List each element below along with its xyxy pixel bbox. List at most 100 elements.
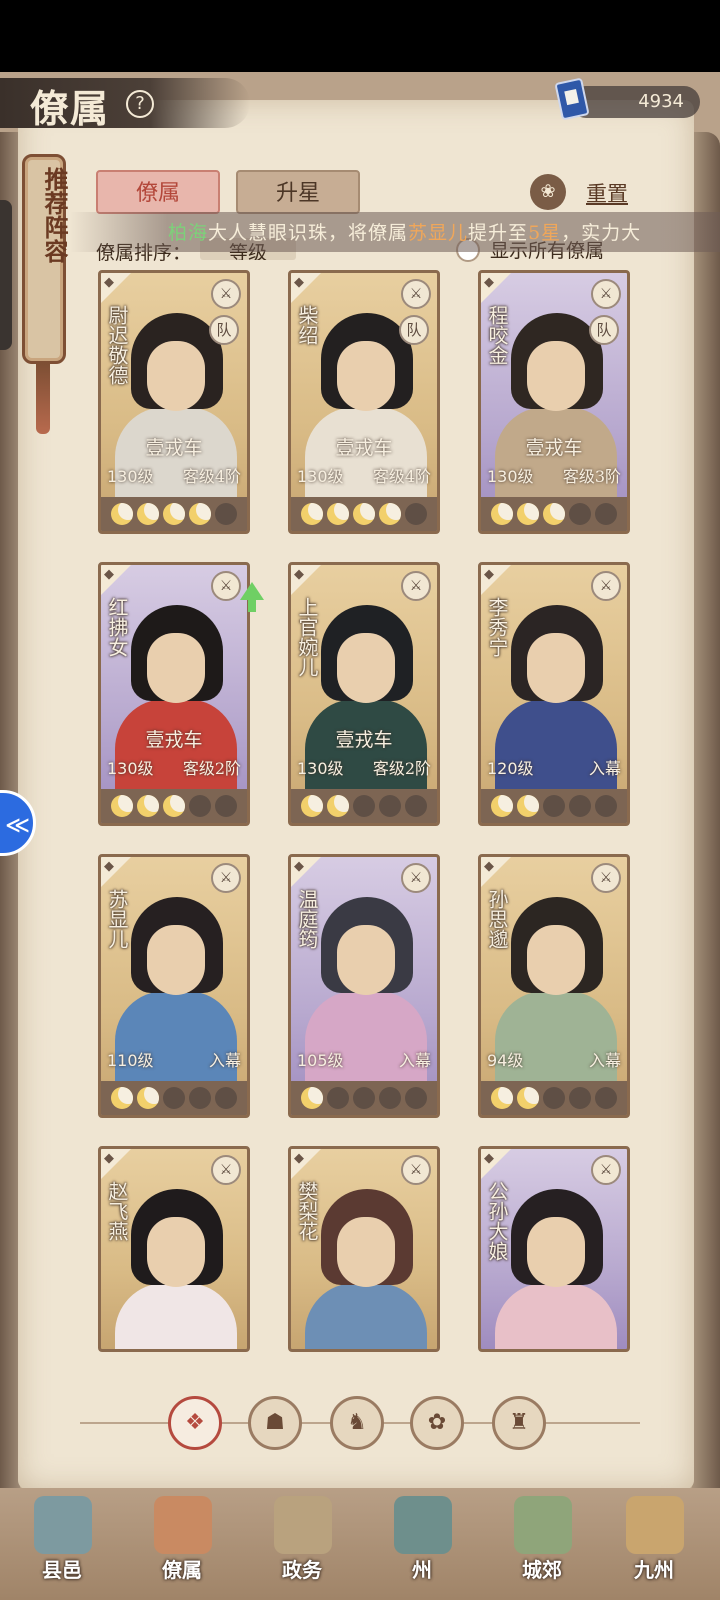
retainer-card[interactable]: ◆ ⚔ 孙思邈 94级 入幕 <box>478 854 630 1118</box>
card-type-icon: ◆ <box>104 859 114 874</box>
retainer-level: 130级 <box>297 467 344 486</box>
portrait-body <box>495 1283 617 1349</box>
moon-star-empty-icon <box>405 795 427 817</box>
class-emblem-icon: ⚔ <box>401 863 431 893</box>
retainer-card[interactable]: ◆ ⚔ 樊梨花 <box>288 1146 440 1352</box>
card-type-icon: ◆ <box>484 859 494 874</box>
help-icon[interactable]: ? <box>126 90 154 118</box>
moon-star-empty-icon <box>569 503 591 525</box>
retainer-level: 130级 <box>487 467 534 486</box>
filter-5-icon[interactable]: ♜ <box>492 1396 546 1450</box>
card-type-corner: ◆ <box>291 857 321 887</box>
nav-label: 僚属 <box>162 1558 202 1582</box>
moon-star-filled-icon <box>517 795 539 817</box>
class-emblem-icon: ⚔ <box>211 1155 241 1185</box>
portrait-face <box>527 1217 585 1287</box>
portrait-face <box>147 1217 205 1287</box>
class-emblem-icon: ⚔ <box>401 279 431 309</box>
nav-item-4[interactable]: 城郊 <box>494 1488 590 1600</box>
tab-star-up[interactable]: 升星 <box>236 170 360 214</box>
class-emblem-icon: ⚔ <box>591 279 621 309</box>
moon-star-empty-icon <box>353 795 375 817</box>
filter-2-icon[interactable]: ☗ <box>248 1396 302 1450</box>
nav-building-icon <box>626 1496 684 1554</box>
announcement-part-1: 大人慧眼识珠，将僚属 <box>208 222 409 244</box>
moon-star-empty-icon <box>353 1087 375 1109</box>
retainer-card[interactable]: ◆ ⚔ 公孙大娘 <box>478 1146 630 1352</box>
moon-star-empty-icon <box>595 503 617 525</box>
card-type-icon: ◆ <box>294 275 304 290</box>
card-type-icon: ◆ <box>484 567 494 582</box>
nav-item-3[interactable]: 州 <box>374 1488 470 1600</box>
moon-star-filled-icon <box>301 1087 323 1109</box>
retainer-equipment: 壹戎车 <box>335 437 393 459</box>
portrait-face <box>337 341 395 411</box>
currency-value: 4934 <box>638 91 684 112</box>
moon-star-filled-icon <box>137 795 159 817</box>
portrait-face <box>527 925 585 995</box>
all-filter-icon[interactable]: ❖ <box>168 1396 222 1450</box>
card-type-corner: ◆ <box>481 565 511 595</box>
retainer-card[interactable]: ◆ ⚔ 红拂女 壹戎车 130级 客级2阶 <box>98 562 250 826</box>
moon-star-empty-icon <box>405 503 427 525</box>
upgrade-arrow-icon <box>240 582 264 612</box>
nav-label: 州 <box>412 1558 432 1582</box>
star-rating <box>101 789 247 823</box>
moon-star-filled-icon <box>491 503 513 525</box>
moon-star-empty-icon <box>189 1087 211 1109</box>
card-type-icon: ◆ <box>294 567 304 582</box>
nav-building-icon <box>274 1496 332 1554</box>
card-type-corner: ◆ <box>481 857 511 887</box>
retainer-card[interactable]: ◆ ⚔ 赵飞燕 <box>98 1146 250 1352</box>
nav-item-0[interactable]: 县邑 <box>14 1488 110 1600</box>
portrait-face <box>527 633 585 703</box>
retainer-card[interactable]: ◆ ⚔ 上官婉儿 壹戎车 130级 客级2阶 <box>288 562 440 826</box>
announcement-part-2: 提升至 <box>468 222 529 244</box>
recommend-lineup-button[interactable]: 推荐阵容 <box>22 154 69 364</box>
retainer-rank: 入幕 <box>588 759 621 778</box>
moon-star-filled-icon <box>353 503 375 525</box>
reset-label: 重置 <box>586 182 628 206</box>
retainer-name: 上官婉儿 <box>295 597 319 677</box>
moon-star-filled-icon <box>301 503 323 525</box>
card-type-icon: ◆ <box>104 567 114 582</box>
nav-item-5[interactable]: 九州 <box>606 1488 702 1600</box>
portrait-face <box>337 633 395 703</box>
retainer-card[interactable]: ◆ ⚔ 李秀宁 120级 入幕 <box>478 562 630 826</box>
moon-star-filled-icon <box>111 795 133 817</box>
currency-display[interactable]: 4934 <box>554 77 700 121</box>
portrait-face <box>337 1217 395 1287</box>
retainer-name: 李秀宁 <box>485 597 509 657</box>
book-icon <box>554 77 590 121</box>
side-drawer-handle[interactable] <box>0 200 12 350</box>
filter-3-icon[interactable]: ♞ <box>330 1396 384 1450</box>
retainer-level: 130级 <box>297 759 344 778</box>
header-bar: 僚属 ? 4934 <box>0 72 720 134</box>
nav-item-1[interactable]: 僚属 <box>134 1488 230 1600</box>
retainer-card[interactable]: ◆ ⚔ 队 程咬金 壹戎车 130级 客级3阶 <box>478 270 630 534</box>
filter-4-icon[interactable]: ✿ <box>410 1396 464 1450</box>
class-emblem-icon: ⚔ <box>211 571 241 601</box>
retainer-name: 公孙大娘 <box>485 1181 509 1261</box>
recommend-lineup-label: 推荐阵容 <box>40 167 69 263</box>
bottom-navigation: 县邑 僚属 政务 州 城郊 九州 <box>0 1488 720 1600</box>
moon-star-filled-icon <box>327 795 349 817</box>
retainer-name: 孙思邈 <box>485 889 509 949</box>
book-spine-right <box>692 132 720 1512</box>
retainer-name: 红拂女 <box>105 597 129 657</box>
retainer-card[interactable]: ◆ ⚔ 苏显儿 110级 入幕 <box>98 854 250 1118</box>
retainer-card[interactable]: ◆ ⚔ 队 尉迟敬德 壹戎车 130级 客级4阶 <box>98 270 250 534</box>
retainer-card[interactable]: ◆ ⚔ 队 柴绍 壹戎车 130级 客级4阶 <box>288 270 440 534</box>
card-type-icon: ◆ <box>294 859 304 874</box>
moon-star-filled-icon <box>111 503 133 525</box>
card-type-icon: ◆ <box>484 1151 494 1166</box>
moon-star-empty-icon <box>379 795 401 817</box>
moon-star-filled-icon <box>491 1087 513 1109</box>
retainer-card[interactable]: ◆ ⚔ 温庭筠 105级 入幕 <box>288 854 440 1118</box>
reset-button[interactable]: ❀ 重置 <box>530 174 658 210</box>
moon-star-empty-icon <box>569 795 591 817</box>
retainer-rank: 客级2阶 <box>182 759 241 778</box>
nav-item-2[interactable]: 政务 <box>254 1488 350 1600</box>
tab-retainers[interactable]: 僚属 <box>96 170 220 214</box>
star-rating <box>291 497 437 531</box>
